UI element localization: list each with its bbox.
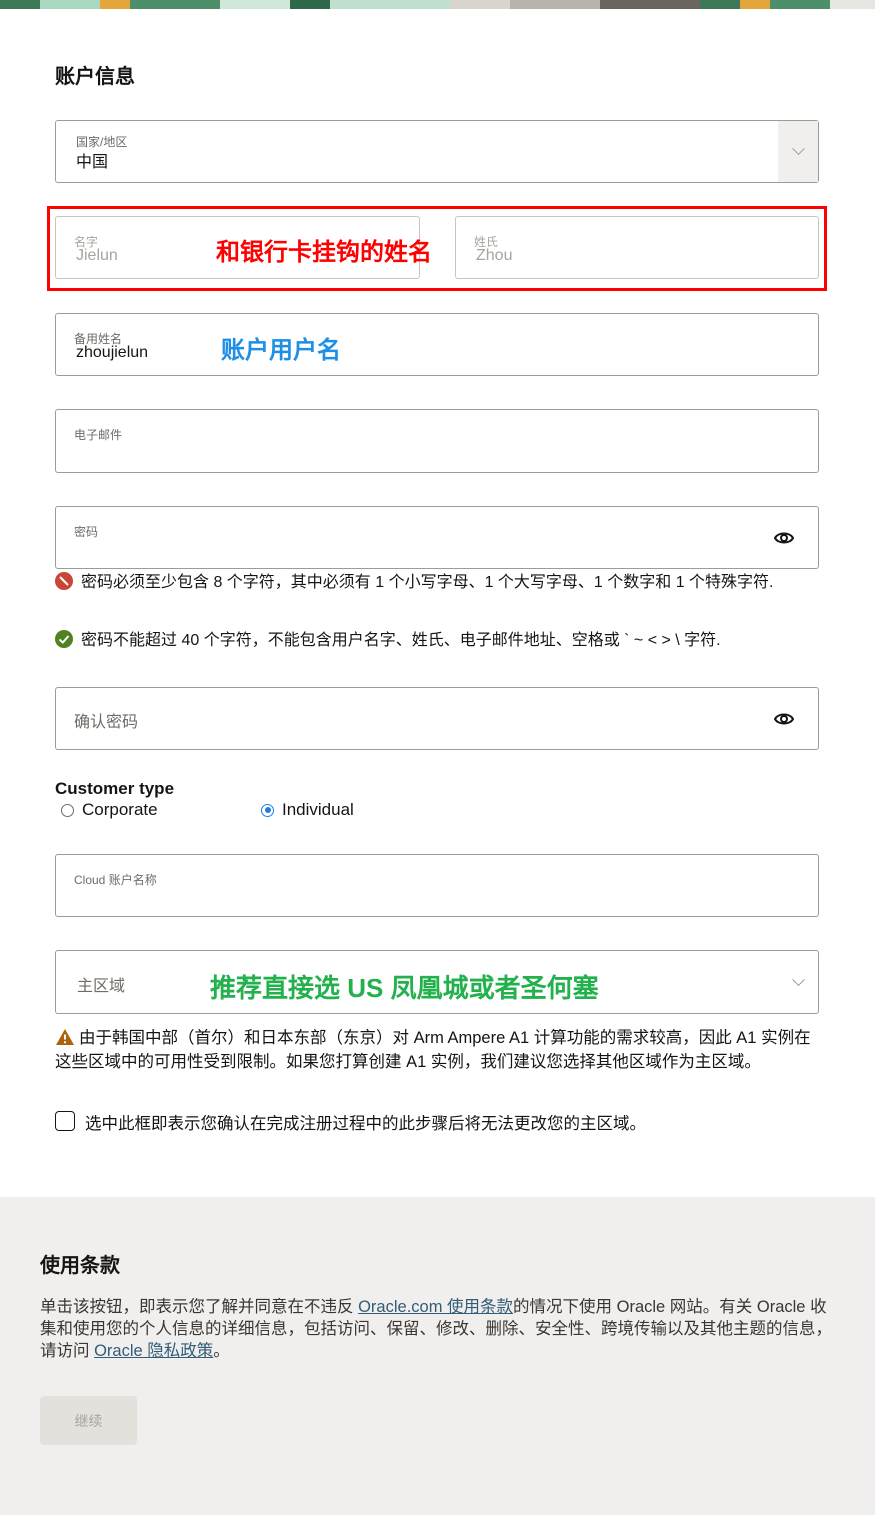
region-confirm-checkbox[interactable] [55, 1111, 75, 1131]
region-warning: 由于韩国中部（首尔）和日本东部（东京）对 Arm Ampere A1 计算功能的… [55, 1026, 815, 1074]
region-confirm-checkbox-row[interactable]: 选中此框即表示您确认在完成注册过程中的此步骤后将无法更改您的主区域。 [55, 1111, 646, 1137]
account-section-title: 账户信息 [55, 66, 135, 88]
cloud-account-label: Cloud 账户名称 [74, 873, 157, 887]
privacy-policy-link[interactable]: Oracle 隐私政策 [94, 1342, 213, 1360]
password-rule-ok: 密码不能超过 40 个字符，不能包含用户名字、姓氏、电子邮件地址、空格或 ` ~… [55, 625, 820, 657]
account-form-card [0, 9, 875, 1197]
alt-name-value: zhoujielun [76, 344, 149, 361]
terms-section: 使用条款 单击该按钮，即表示您了解并同意在不违反 Oracle.com 使用条款… [0, 1197, 875, 1515]
email-label: 电子邮件 [74, 428, 123, 442]
region-warning-text: 由于韩国中部（首尔）和日本东部（东京）对 Arm Ampere A1 计算功能的… [55, 1029, 811, 1071]
password-label: 密码 [74, 525, 99, 539]
show-password-icon[interactable] [774, 529, 794, 547]
cloud-account-field[interactable]: Cloud 账户名称 [55, 854, 819, 917]
radio-individual[interactable]: Individual [261, 800, 354, 820]
password-rule-error: 密码必须至少包含 8 个字符，其中必须有 1 个小写字母、1 个大写字母、1 个… [55, 567, 820, 599]
email-field[interactable]: 电子邮件 [55, 409, 819, 473]
confirm-password-placeholder: 确认密码 [74, 714, 139, 731]
radio-individual-input[interactable] [261, 803, 274, 817]
radio-corporate-input[interactable] [61, 803, 74, 817]
last-name-field[interactable]: 姓氏 Zhou [455, 216, 819, 279]
radio-corporate[interactable]: Corporate [61, 800, 158, 820]
continue-button[interactable]: 继续 [40, 1396, 137, 1445]
header-banner [0, 0, 875, 9]
show-confirm-password-icon[interactable] [774, 710, 794, 728]
region-chevron-down-icon [778, 951, 818, 1013]
last-name-placeholder: Zhou [476, 247, 513, 264]
terms-text: 单击该按钮，即表示您了解并同意在不违反 Oracle.com 使用条款的情况下使… [40, 1296, 840, 1362]
password-rule-error-text: 密码必须至少包含 8 个字符，其中必须有 1 个小写字母、1 个大写字母、1 个… [81, 574, 774, 591]
error-icon [55, 572, 73, 590]
warning-icon [56, 1029, 74, 1045]
terms-text-part3: 。 [213, 1342, 230, 1360]
terms-text-part1: 单击该按钮，即表示您了解并同意在不违反 [40, 1298, 359, 1316]
region-confirm-label: 选中此框即表示您确认在完成注册过程中的此步骤后将无法更改您的主区域。 [85, 1115, 646, 1133]
check-icon [55, 630, 73, 648]
home-region-placeholder: 主区域 [77, 978, 126, 995]
name-annotation: 和银行卡挂钩的姓名 [216, 239, 432, 266]
password-rule-ok-text: 密码不能超过 40 个字符，不能包含用户名字、姓氏、电子邮件地址、空格或 ` ~… [81, 632, 721, 649]
first-name-placeholder: Jielun [76, 247, 118, 264]
confirm-password-field[interactable]: 确认密码 [55, 687, 819, 750]
terms-title: 使用条款 [40, 1255, 120, 1277]
chevron-down-icon [778, 121, 818, 182]
country-select[interactable]: 国家/地区 中国 [55, 120, 819, 183]
alt-name-field[interactable]: 备用姓名 zhoujielun [55, 313, 819, 376]
password-field[interactable]: 密码 [55, 506, 819, 569]
customer-type-label: Customer type [55, 779, 175, 798]
terms-of-use-link[interactable]: Oracle.com 使用条款 [358, 1298, 513, 1316]
radio-corporate-label: Corporate [82, 800, 158, 819]
region-annotation: 推荐直接选 US 凤凰城或者圣何塞 [210, 973, 599, 1003]
country-value: 中国 [76, 154, 109, 171]
username-annotation: 账户用户名 [221, 337, 341, 364]
radio-individual-label: Individual [282, 800, 354, 819]
